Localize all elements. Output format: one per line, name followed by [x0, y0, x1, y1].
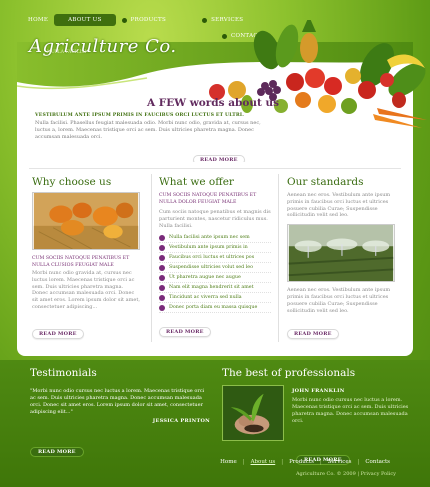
- offer-list-item[interactable]: Donec porta diam eu massa quisque: [159, 303, 271, 314]
- offer-list-item[interactable]: Vestibulum ante ipsum primis in: [159, 243, 271, 254]
- bullet-icon: [159, 264, 165, 271]
- our-standards-title: Our standards: [287, 176, 364, 188]
- footer-link-about-us[interactable]: About us: [245, 459, 282, 465]
- bullet-icon: [159, 234, 165, 241]
- why-subtitle: CUM SOCIIS NATOQUE PENATIBUS ET NULLA CL…: [32, 256, 130, 268]
- offer-list-item[interactable]: Faucibus orci luctus et ultrices pos: [159, 253, 271, 264]
- why-text: Morbi nunc odio gravida at, cursus nec l…: [32, 270, 140, 310]
- offer-read-more-button[interactable]: READ MORE: [159, 327, 211, 338]
- footer-link-services[interactable]: Services: [322, 459, 358, 465]
- nav-dot-icon: [121, 17, 127, 23]
- what-we-offer-title: What we offer: [159, 176, 234, 188]
- nav-home[interactable]: Home: [22, 14, 54, 26]
- why-choose-us-column: Why choose us CUM SOCIIS NATOQUE PENATIB…: [32, 176, 140, 339]
- logo-tagline: Nulla facilisi: [47, 50, 87, 55]
- irrigation-photo: [287, 224, 395, 283]
- column-divider: [278, 174, 279, 342]
- bullet-icon: [159, 294, 165, 301]
- about-heading: A FEW words about us: [147, 97, 280, 109]
- what-we-offer-column: What we offer CUM SOCIIS NATOQUE PENATIB…: [151, 174, 271, 342]
- offer-list-item[interactable]: Ut pharetra augue nec augue: [159, 273, 271, 284]
- offer-list-item[interactable]: Suspendisse ultricies volut sed leo: [159, 263, 271, 274]
- nav-products[interactable]: Products: [116, 14, 172, 26]
- footer-link-products[interactable]: Products: [283, 459, 320, 465]
- main-content: Why choose us CUM SOCIIS NATOQUE PENATIB…: [17, 162, 413, 356]
- testimonial-author: JESSICA PRINTON: [152, 418, 210, 424]
- offer-subtitle: CUM SOCIIS NATOQUE PENATIBUS ET NULLA DO…: [159, 193, 257, 205]
- standards-text-2: Aenean nec eros. Vestibulum ante ipsum p…: [287, 287, 391, 314]
- why-choose-us-title: Why choose us: [32, 176, 112, 188]
- about-lead: VESTIBULUM ANTE IPSUM PRIMIS IN FAUCIBUS…: [35, 113, 245, 118]
- professional-text: Morbi nunc odio cursus nec luctus a lore…: [292, 397, 409, 424]
- footer-link-contacts[interactable]: Contacts: [359, 459, 396, 465]
- offer-list-item[interactable]: Tincidunt ac viverra sed nulla: [159, 293, 271, 304]
- footer-nav: Home | About us | Products | Services | …: [214, 459, 396, 465]
- bullet-icon: [159, 274, 165, 281]
- offer-list: Nulla facilisi ante ipsum nec sem Vestib…: [159, 233, 271, 314]
- offer-list-item[interactable]: Nulla facilisi ante ipsum nec sem: [159, 233, 271, 244]
- why-read-more-button[interactable]: READ MORE: [32, 328, 84, 339]
- professionals-title: The best of professionals: [222, 367, 356, 379]
- testimonial-quote: "Morbi nunc odio cursus nec luctus a lor…: [30, 388, 205, 415]
- about-text: Nulla facilisi. Phasellus feugiat malesu…: [35, 120, 261, 140]
- offer-text: Cum sociis natoque penatibus et magnis d…: [159, 209, 271, 229]
- testimonials-section: Testimonials "Morbi nunc odio cursus nec…: [30, 367, 210, 457]
- nav-about-us[interactable]: About us: [54, 14, 116, 26]
- offer-list-item[interactable]: Nam elit magna hendrerit sit amet: [159, 283, 271, 294]
- column-divider: [151, 174, 152, 342]
- copyright: Agriculture Co. © 2009 | Privacy Policy: [295, 471, 396, 477]
- footer-link-home[interactable]: Home: [214, 459, 243, 465]
- bullet-icon: [159, 244, 165, 251]
- standards-text-1: Aenean nec eros. Vestibulum ante ipsum p…: [287, 192, 391, 219]
- professional-photo: [222, 385, 284, 441]
- pumpkin-photo: [32, 192, 140, 250]
- professionals-section: The best of professionals JOHN FRANKLIN …: [222, 367, 412, 465]
- testimonials-title: Testimonials: [30, 367, 97, 379]
- divider: [29, 168, 401, 169]
- bullet-icon: [159, 284, 165, 291]
- testimonials-read-more-button[interactable]: READ MORE: [30, 447, 84, 457]
- professional-name: JOHN FRANKLIN: [292, 388, 345, 394]
- bullet-icon: [159, 254, 165, 261]
- bullet-icon: [159, 304, 165, 311]
- standards-read-more-button[interactable]: READ MORE: [287, 329, 339, 340]
- header-card: Agriculture Co. Nulla facilisi A: [17, 20, 427, 165]
- our-standards-column: Our standards Aenean nec eros. Vestibulu…: [278, 174, 399, 342]
